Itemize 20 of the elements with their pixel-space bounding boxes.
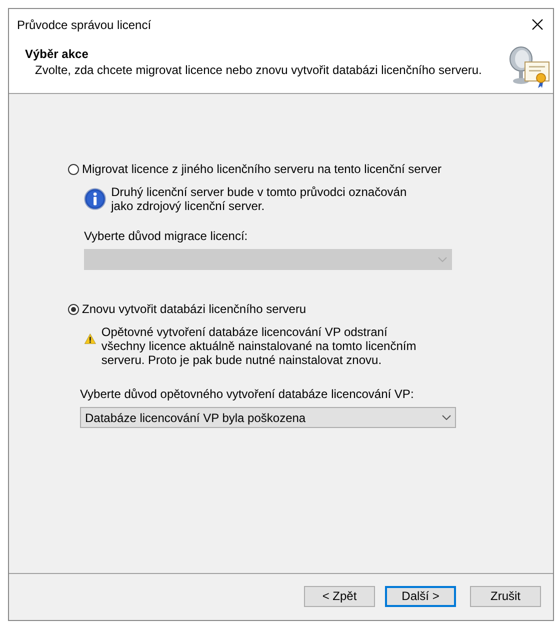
radio-button[interactable] [68, 164, 79, 174]
radio-label: Migrovat licence z jiného licenčního serveru na tento licenční server [82, 162, 442, 176]
wizard-button[interactable]: Další > [385, 586, 456, 606]
page-heading: Výběr akce [25, 47, 90, 61]
radio-label: Znovu vytvořit databázi licenčního serveru [82, 302, 306, 316]
note-text: Opětovné vytvoření databáze licencování VP odstraní všechny licence aktuálně nainstalované na tomto licenčním serveru. Proto je pak bude nutné nainstalovat znovu. [101, 325, 418, 367]
close-icon[interactable] [532, 19, 543, 30]
dropdown-value: Databáze licencování VP byla poškozena [85, 410, 306, 424]
dropdown-label: Vyberte důvod opětovného vytvoření databáze licencování VP: [80, 387, 415, 401]
note-text: Druhý licenční server bude v tomto průvodci označován jako zdrojový licenční server. [111, 185, 408, 215]
certificate-drawing [507, 45, 551, 89]
page-description: Zvolte, zda chcete migrovat licence nebo znovu vytvořit databázi licenčního serveru. [35, 63, 482, 77]
chevron-down-icon [442, 415, 451, 420]
dropdown-label: Vyberte důvod migrace licencí: [84, 229, 249, 243]
wizard-button[interactable]: < Zpět [304, 586, 375, 606]
chevron-down-icon [438, 257, 447, 262]
window-title: Průvodce správou licencí [17, 18, 152, 32]
radio-button[interactable] [68, 304, 79, 314]
wizard-button[interactable]: Zrušit [470, 586, 541, 606]
dropdown[interactable]: Databáze licencování VP byla poškozena [80, 407, 456, 428]
